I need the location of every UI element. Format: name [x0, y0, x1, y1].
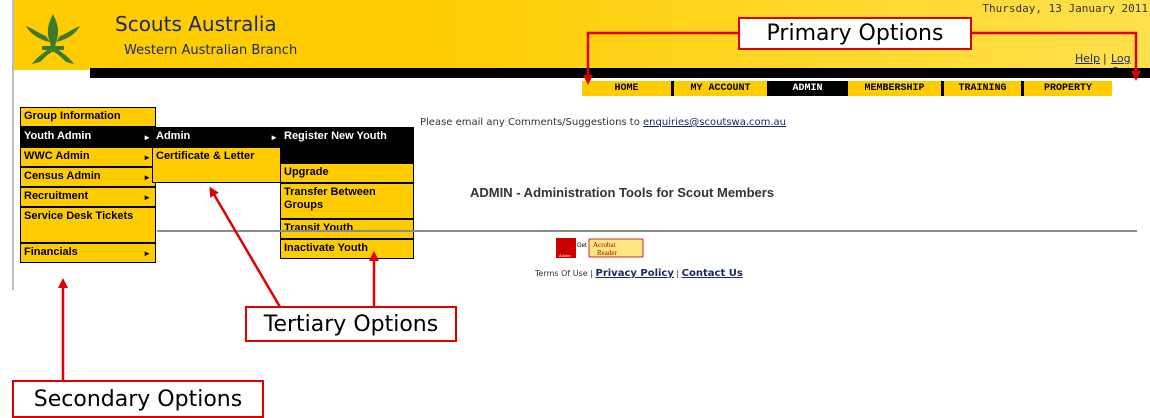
primary-arrow-right: [972, 31, 1141, 81]
callout-tertiary-options: Tertiary Options: [245, 306, 457, 342]
callout-label: Primary Options: [766, 21, 944, 46]
tertiary-arrow-left: [209, 186, 282, 308]
callout-secondary-options: Secondary Options: [12, 380, 264, 418]
primary-arrow-left: [583, 31, 738, 85]
annotation-arrows: [58, 31, 1141, 380]
callout-primary-options: Primary Options: [738, 17, 972, 50]
callout-label: Tertiary Options: [263, 311, 439, 337]
callout-label: Secondary Options: [33, 386, 243, 412]
